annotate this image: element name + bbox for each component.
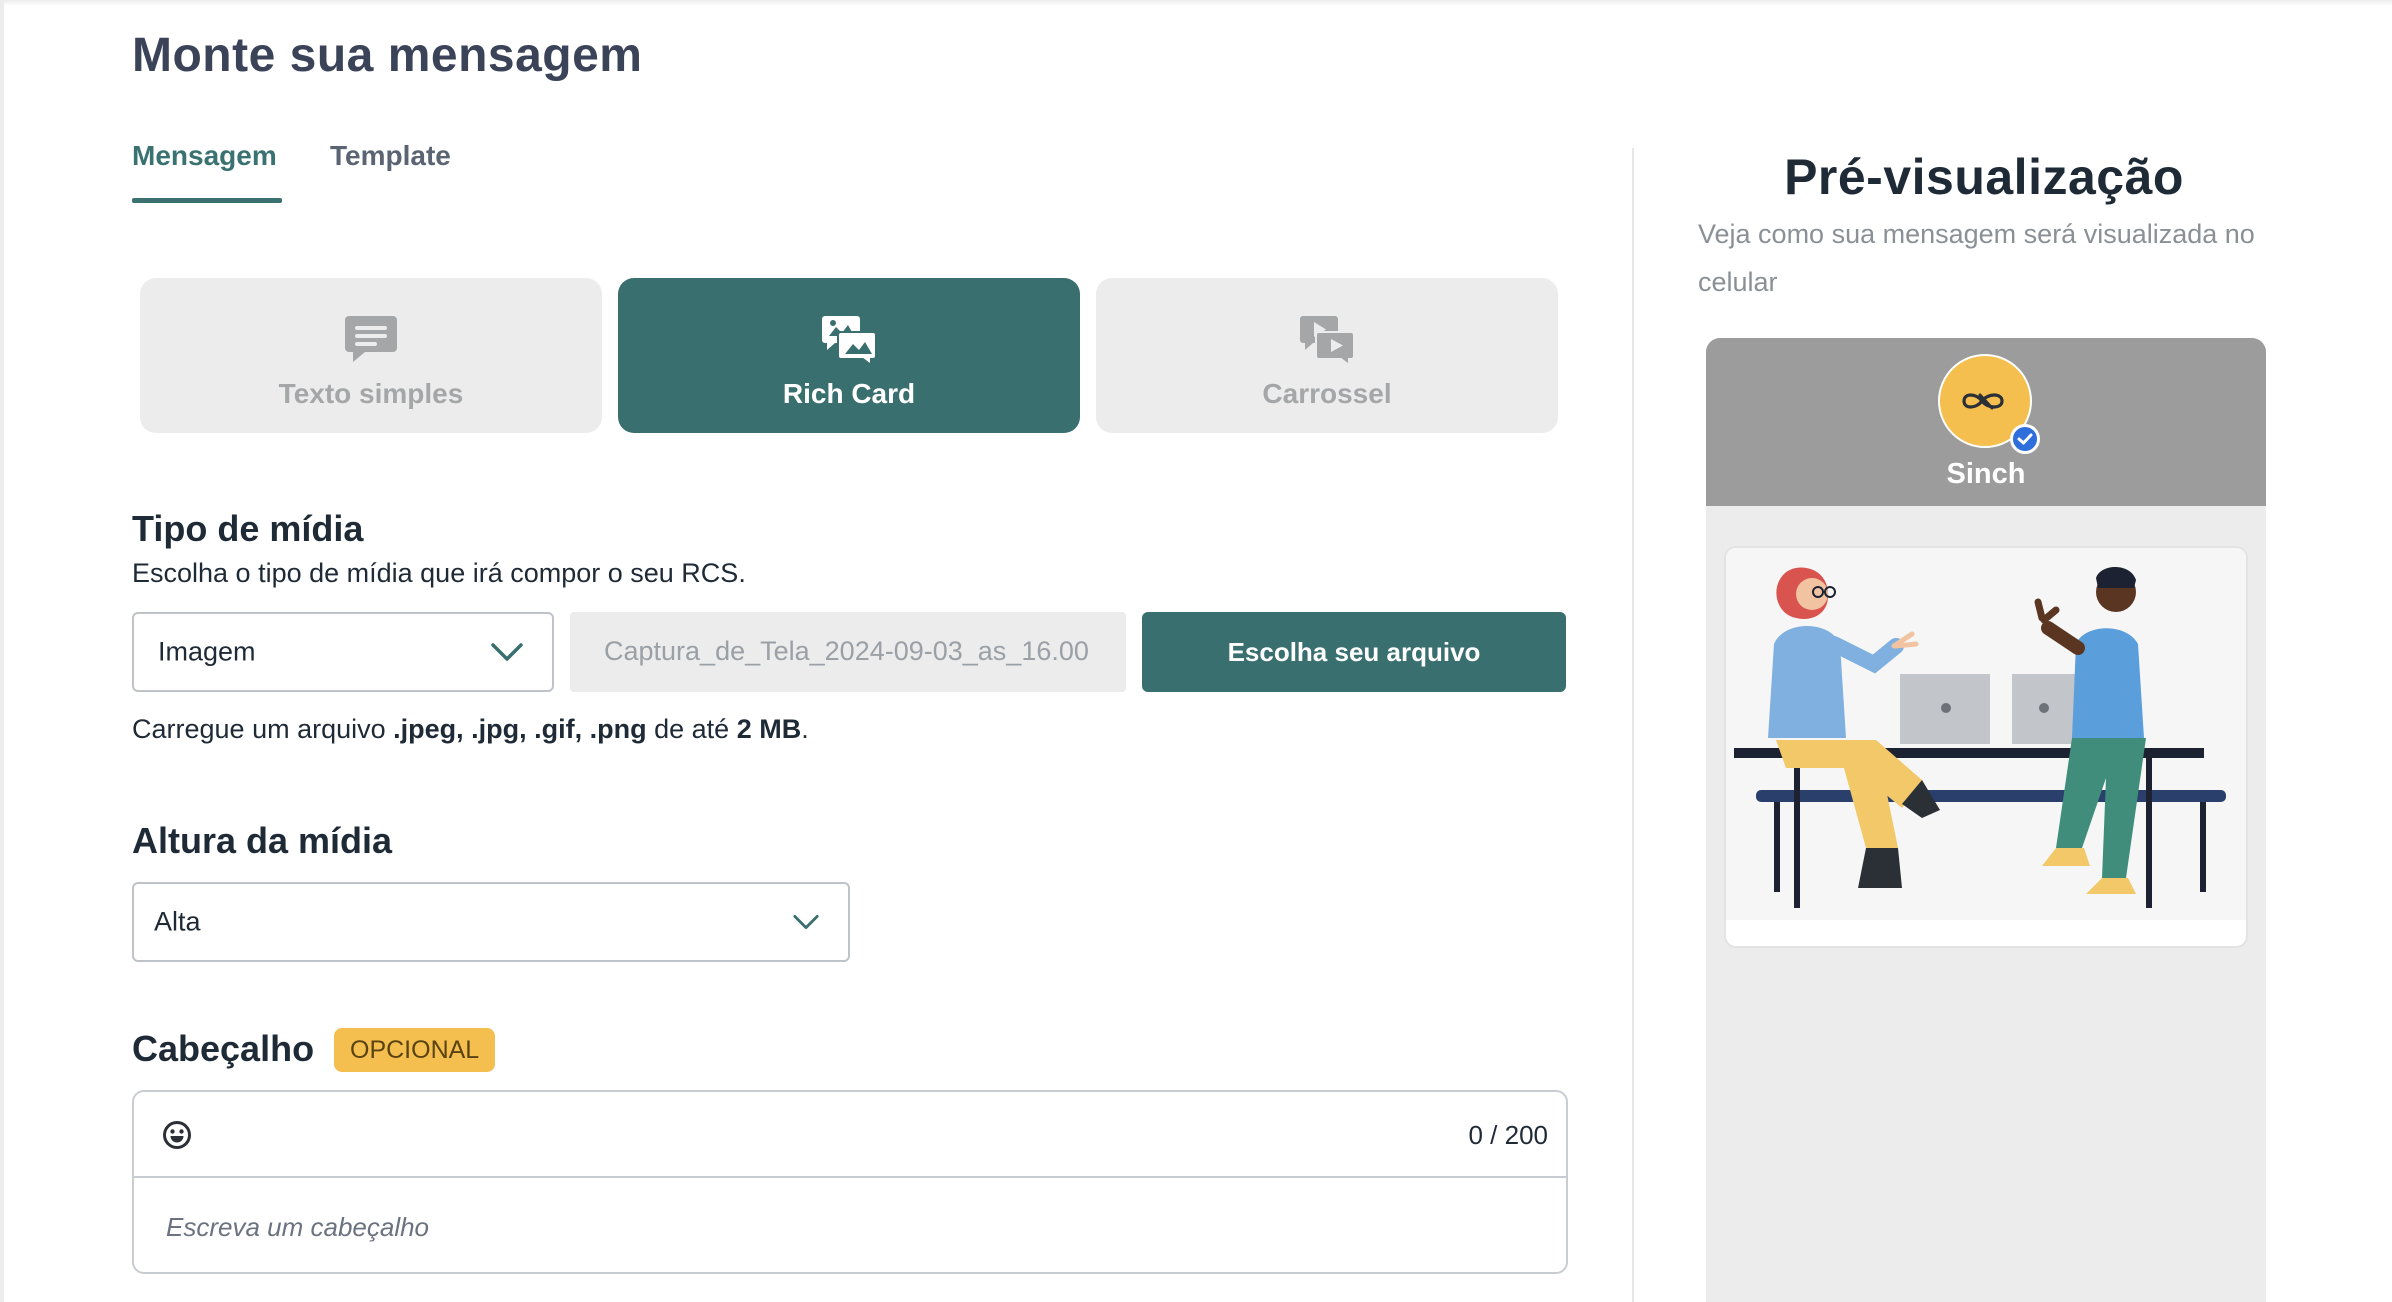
preview-title: Pré-visualização bbox=[1784, 149, 2184, 205]
help-middle: de até bbox=[646, 714, 737, 744]
chevron-down-icon bbox=[491, 643, 523, 661]
video-chat-icon bbox=[1300, 316, 1355, 366]
emoji-icon[interactable] bbox=[162, 1120, 192, 1150]
help-formats: .jpeg, .jpg, .gif, .png bbox=[393, 714, 647, 744]
active-tab-indicator bbox=[132, 198, 282, 203]
phone-preview: Sinch bbox=[1706, 338, 2266, 1302]
image-chat-icon bbox=[822, 316, 877, 366]
rich-card-preview bbox=[1724, 546, 2248, 948]
editor-divider bbox=[134, 1176, 1566, 1178]
carrossel-button[interactable]: Carrossel bbox=[1096, 278, 1558, 433]
media-type-heading: Tipo de mídia bbox=[132, 508, 364, 549]
file-name-field: Captura_de_Tela_2024-09-03_as_16.00 bbox=[570, 612, 1126, 692]
choose-file-button[interactable]: Escolha seu arquivo bbox=[1142, 612, 1566, 692]
file-name-text: Captura_de_Tela_2024-09-03_as_16.00 bbox=[604, 636, 1089, 666]
media-height-heading: Altura da mídia bbox=[132, 820, 393, 861]
sender-name: Sinch bbox=[1946, 458, 2026, 490]
media-type-value: Imagem bbox=[158, 636, 256, 667]
card-image bbox=[1726, 548, 2246, 920]
help-suffix: . bbox=[801, 714, 809, 744]
sinch-logo-icon bbox=[1962, 393, 2004, 410]
character-counter: 0 / 200 bbox=[1468, 1120, 1548, 1150]
media-height-value: Alta bbox=[154, 906, 201, 937]
texto-simples-button[interactable]: Texto simples bbox=[140, 278, 602, 433]
optional-badge: OPCIONAL bbox=[334, 1028, 496, 1072]
media-type-select[interactable]: Imagem bbox=[132, 612, 554, 692]
help-prefix: Carregue um arquivo bbox=[132, 714, 394, 744]
media-type-description: Escolha o tipo de mídia que irá compor o… bbox=[132, 558, 746, 588]
preview-subtitle: Veja como sua mensagem será visualizada … bbox=[1698, 219, 2255, 297]
chevron-down-icon bbox=[793, 915, 819, 929]
tab-template[interactable]: Template bbox=[330, 140, 451, 172]
panel-divider bbox=[1632, 148, 1634, 1302]
help-size: 2 MB bbox=[736, 714, 802, 744]
left-edge bbox=[0, 0, 4, 1302]
texto-simples-label: Texto simples bbox=[278, 378, 464, 409]
header-heading: Cabeçalho bbox=[132, 1028, 315, 1069]
rich-card-button[interactable]: Rich Card bbox=[618, 278, 1080, 433]
header-editor: 0 / 200 Escreva um cabeçalho bbox=[132, 1090, 1568, 1274]
file-help-text: Carregue um arquivo .jpeg, .jpg, .gif, .… bbox=[132, 714, 809, 745]
tab-mensagem[interactable]: Mensagem bbox=[132, 140, 277, 172]
carrossel-label: Carrossel bbox=[1262, 378, 1392, 409]
media-height-select[interactable]: Alta bbox=[132, 882, 850, 962]
page-title: Monte sua mensagem bbox=[132, 29, 643, 82]
rich-card-label: Rich Card bbox=[782, 378, 916, 409]
header-input[interactable]: Escreva um cabeçalho bbox=[166, 1212, 429, 1243]
phone-header: Sinch bbox=[1706, 338, 2266, 506]
top-shadow bbox=[0, 0, 2392, 6]
chat-bubble-icon bbox=[345, 316, 397, 362]
verified-icon bbox=[2010, 424, 2040, 454]
